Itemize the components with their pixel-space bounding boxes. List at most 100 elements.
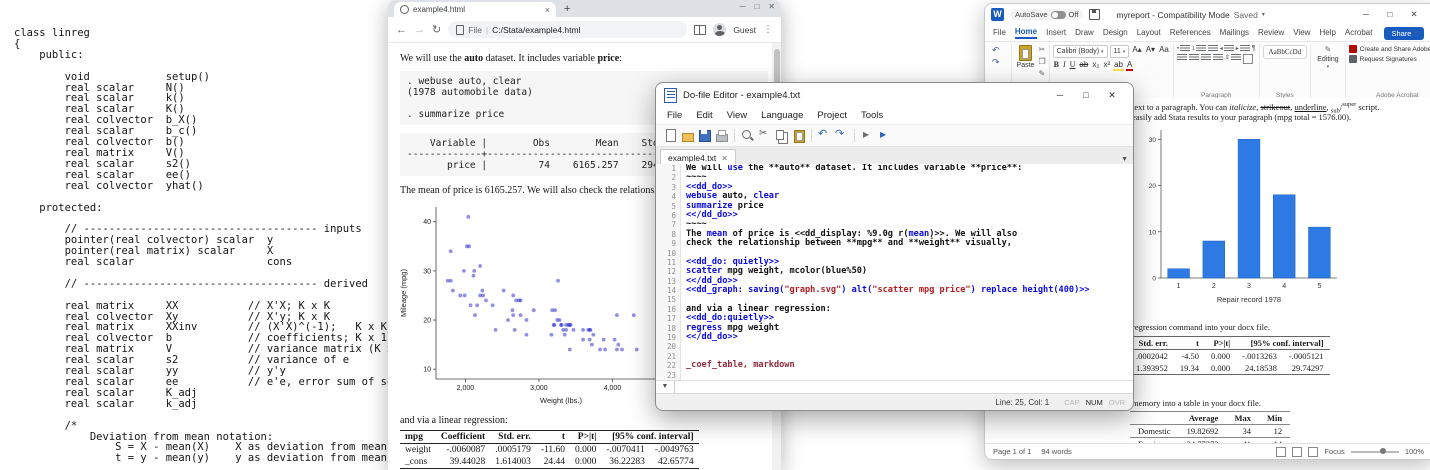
navigation-dropdown[interactable]: ▼ — [656, 381, 675, 393]
tab-file[interactable]: File — [993, 28, 1006, 38]
copy-icon[interactable] — [774, 128, 789, 143]
multilevel-list-icon[interactable] — [1208, 45, 1218, 52]
maximize-icon[interactable]: □ — [1378, 9, 1402, 20]
minimize-icon[interactable]: ─ — [740, 2, 746, 11]
tab-layout[interactable]: Layout — [1137, 28, 1161, 38]
font-size-select[interactable]: 11▾ — [1110, 45, 1130, 58]
menu-project[interactable]: Project — [810, 110, 854, 121]
menu-language[interactable]: Language — [754, 110, 810, 121]
cut-icon[interactable]: ✂ — [1038, 45, 1045, 55]
web-layout-icon[interactable] — [1308, 447, 1318, 457]
print-icon[interactable] — [714, 128, 729, 143]
browser-menu-icon[interactable]: ⋮ — [763, 24, 773, 35]
chevron-down-icon[interactable]: ▾ — [1262, 11, 1265, 18]
address-bar[interactable]: File | C:/Stata/example4.html — [448, 21, 687, 38]
align-center-icon[interactable] — [1189, 54, 1199, 61]
menu-edit[interactable]: Edit — [689, 110, 719, 121]
save-icon[interactable] — [697, 128, 712, 143]
borders-icon[interactable] — [1243, 54, 1253, 64]
bullets-icon[interactable]: • — [1177, 45, 1190, 52]
save-icon[interactable] — [1089, 9, 1100, 20]
line-spacing-icon[interactable]: ⇕ — [1225, 54, 1241, 61]
tab-help[interactable]: Help — [1319, 28, 1335, 38]
justify-icon[interactable] — [1213, 54, 1223, 61]
tab-close-icon[interactable]: × — [545, 5, 550, 15]
tab-review[interactable]: Review — [1258, 28, 1284, 38]
close-icon[interactable]: ✕ — [1099, 90, 1125, 101]
focus-button[interactable]: Focus — [1324, 447, 1344, 456]
underline-button[interactable]: U — [1069, 60, 1077, 69]
tab-home[interactable]: Home — [1015, 27, 1037, 39]
page-indicator[interactable]: Page 1 of 1 — [993, 447, 1031, 456]
decrease-indent-icon[interactable]: ◂ — [1220, 45, 1234, 52]
dofile-editor-area[interactable]: 1We will use the **auto** dataset. It in… — [656, 164, 1133, 381]
increase-indent-icon[interactable]: ▸ — [1236, 45, 1250, 52]
read-mode-icon[interactable] — [1276, 447, 1286, 457]
font-color-button[interactable]: A — [1126, 60, 1133, 71]
change-case-button[interactable]: Aa — [1158, 45, 1170, 54]
do-icon[interactable] — [877, 128, 892, 143]
tab-acrobat[interactable]: Acrobat — [1345, 28, 1373, 38]
new-file-icon[interactable] — [663, 128, 678, 143]
bold-button[interactable]: B — [1053, 60, 1060, 69]
menu-view[interactable]: View — [720, 110, 754, 121]
print-layout-icon[interactable] — [1292, 447, 1302, 457]
tab-list-dropdown-icon[interactable]: ▼ — [1121, 156, 1128, 163]
tab-close-icon[interactable]: ✕ — [721, 154, 728, 163]
refresh-icon[interactable]: ↻ — [432, 23, 441, 36]
open-file-icon[interactable] — [680, 128, 695, 143]
minimize-icon[interactable]: ─ — [1047, 90, 1073, 101]
undo-icon[interactable] — [817, 128, 832, 143]
styles-gallery[interactable]: AaBbCcDd — [1263, 45, 1308, 59]
redo-icon[interactable] — [834, 128, 849, 143]
split-screen-icon[interactable] — [694, 25, 706, 35]
strikethrough-button[interactable]: ab — [1078, 60, 1089, 69]
menu-file[interactable]: File — [660, 110, 689, 121]
maximize-icon[interactable]: □ — [754, 2, 759, 11]
tab-design[interactable]: Design — [1103, 28, 1128, 38]
paragraph-mark-icon[interactable]: ¶ — [1252, 45, 1256, 52]
tab-view[interactable]: View — [1293, 28, 1310, 38]
request-signatures-button[interactable]: Request Signatures — [1349, 55, 1417, 63]
word-count[interactable]: 94 words — [1041, 447, 1071, 456]
redo-icon[interactable]: ↷ — [992, 57, 1000, 67]
maximize-icon[interactable]: □ — [1073, 90, 1099, 101]
menu-tools[interactable]: Tools — [854, 110, 890, 121]
close-icon[interactable]: ✕ — [768, 2, 775, 11]
undo-icon[interactable]: ↶ — [992, 45, 1000, 55]
align-left-icon[interactable] — [1177, 54, 1187, 61]
superscript-button[interactable]: x² — [1102, 60, 1111, 69]
paste-icon[interactable] — [791, 128, 806, 143]
tab-insert[interactable]: Insert — [1046, 28, 1066, 38]
forward-icon[interactable]: → — [414, 24, 425, 36]
format-painter-icon[interactable]: ✎ — [1038, 69, 1045, 79]
align-right-icon[interactable] — [1201, 54, 1211, 61]
editing-button[interactable]: ✎ Editing ▾ — [1314, 45, 1341, 70]
new-tab-button[interactable]: + — [564, 2, 570, 17]
profile-avatar[interactable] — [713, 23, 726, 36]
cut-icon[interactable] — [757, 128, 772, 143]
create-share-adobe-pdf-button[interactable]: Create and Share Adobe PDF — [1349, 45, 1430, 53]
tab-mailings[interactable]: Mailings — [1220, 28, 1249, 38]
tab-references[interactable]: References — [1170, 28, 1211, 38]
text-highlight-button[interactable]: ab — [1113, 60, 1124, 71]
autosave-toggle[interactable]: AutoSave Off — [1010, 9, 1083, 20]
italic-button[interactable]: I — [1062, 60, 1067, 69]
find-icon[interactable] — [740, 128, 755, 143]
shrink-font-button[interactable]: A▾ — [1145, 45, 1156, 54]
back-icon[interactable]: ← — [396, 24, 407, 36]
numbering-icon[interactable]: 1 — [1192, 45, 1206, 52]
grow-font-button[interactable]: A▴ — [1131, 45, 1142, 54]
subscript-button[interactable]: x₂ — [1091, 60, 1100, 69]
zoom-level[interactable]: 100% — [1405, 447, 1424, 456]
close-icon[interactable]: ✕ — [1402, 9, 1426, 20]
minimize-icon[interactable]: ─ — [1354, 9, 1378, 20]
tab-draw[interactable]: Draw — [1075, 28, 1094, 38]
browser-tab[interactable]: example4.html × — [394, 2, 556, 17]
zoom-slider[interactable] — [1351, 451, 1399, 453]
share-button[interactable]: Share▾ — [1384, 27, 1424, 40]
copy-icon[interactable]: ❐ — [1038, 57, 1045, 67]
font-name-select[interactable]: Calibri (Body)▾ — [1053, 45, 1108, 58]
paste-button[interactable]: Paste — [1015, 45, 1037, 69]
run-icon[interactable] — [860, 128, 875, 143]
